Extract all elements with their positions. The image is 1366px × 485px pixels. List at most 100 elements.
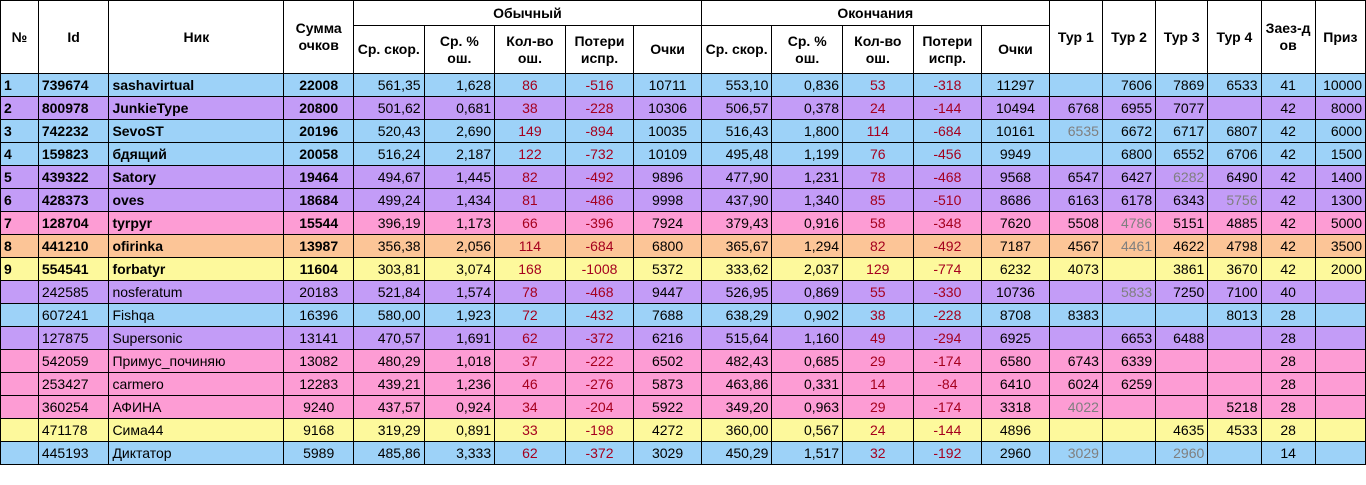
row-place: 7 bbox=[0, 211, 39, 235]
row-tour3: 6282 bbox=[1155, 165, 1209, 189]
row-tour3: 6488 bbox=[1155, 326, 1209, 350]
row-normal-err-count: 114 bbox=[494, 234, 566, 258]
header-normal-points: Очки bbox=[633, 25, 702, 74]
row-normal-loss: -228 bbox=[564, 96, 635, 120]
row-endings-loss: -492 bbox=[912, 234, 983, 258]
row-nick: oves bbox=[108, 188, 285, 212]
row-nick: Примус_починяю bbox=[108, 349, 285, 373]
header-row-groups: № Id Ник Сумма очков Обычный Окончания Т… bbox=[0, 0, 1366, 74]
row-nick: nosferatum bbox=[108, 280, 285, 304]
row-endings-points: 10494 bbox=[981, 96, 1050, 120]
row-endings-err-pct: 1,199 bbox=[771, 142, 843, 166]
header-group-endings: Окончания bbox=[700, 0, 1050, 26]
row-tour4: 5756 bbox=[1207, 188, 1262, 212]
row-nick: Supersonic bbox=[108, 326, 285, 350]
row-normal-err-pct: 1,691 bbox=[423, 326, 496, 350]
row-endings-speed: 506,57 bbox=[700, 96, 773, 120]
row-endings-loss: -318 bbox=[912, 73, 983, 97]
row-endings-err-count: 78 bbox=[842, 165, 914, 189]
row-normal-speed: 561,35 bbox=[352, 73, 425, 97]
row-normal-loss: -684 bbox=[564, 234, 635, 258]
row-endings-loss: -192 bbox=[912, 441, 983, 465]
row-prize: 3500 bbox=[1314, 234, 1366, 258]
row-endings-loss: -510 bbox=[912, 188, 983, 212]
row-normal-err-pct: 2,056 bbox=[423, 234, 496, 258]
row-normal-speed: 521,84 bbox=[352, 280, 425, 304]
row-tour1: 4073 bbox=[1048, 257, 1103, 281]
row-normal-points: 10306 bbox=[633, 96, 702, 120]
table-row: 7 128704 tyrpyr 15544 396,19 1,173 66 -396 7924 3… bbox=[0, 211, 1366, 235]
row-endings-err-pct: 1,340 bbox=[771, 188, 843, 212]
row-normal-err-count: 38 bbox=[494, 96, 566, 120]
row-prize bbox=[1314, 326, 1366, 350]
row-tour4: 3670 bbox=[1207, 257, 1262, 281]
row-endings-points: 6232 bbox=[981, 257, 1050, 281]
row-normal-err-pct: 1,434 bbox=[423, 188, 496, 212]
row-place: 8 bbox=[0, 234, 39, 258]
row-place bbox=[0, 418, 39, 442]
row-tour2 bbox=[1101, 441, 1157, 465]
row-nick: Сима44 bbox=[108, 418, 285, 442]
header-tour2: Тур 2 bbox=[1101, 0, 1157, 74]
row-normal-loss: -372 bbox=[564, 441, 635, 465]
row-tour2 bbox=[1101, 395, 1157, 419]
row-normal-err-count: 168 bbox=[494, 257, 566, 281]
row-endings-err-count: 38 bbox=[842, 303, 914, 327]
row-normal-err-count: 149 bbox=[494, 119, 566, 143]
row-id: 607241 bbox=[37, 303, 110, 327]
row-endings-speed: 437,90 bbox=[700, 188, 773, 212]
header-normal-loss: Потери испр. bbox=[564, 25, 635, 74]
row-id: 127875 bbox=[37, 326, 110, 350]
row-tour3: 4635 bbox=[1155, 418, 1209, 442]
row-endings-err-pct: 0,331 bbox=[771, 372, 843, 396]
row-normal-err-count: 72 bbox=[494, 303, 566, 327]
row-id: 439322 bbox=[37, 165, 110, 189]
header-normal-err-count: Кол-во ош. bbox=[494, 25, 566, 74]
row-endings-err-count: 24 bbox=[842, 418, 914, 442]
row-endings-err-count: 29 bbox=[842, 349, 914, 373]
row-endings-err-count: 53 bbox=[842, 73, 914, 97]
header-nick: Ник bbox=[108, 0, 285, 74]
header-normal-err-pct: Ср. % ош. bbox=[423, 25, 496, 74]
row-normal-loss: -198 bbox=[564, 418, 635, 442]
row-endings-loss: -228 bbox=[912, 303, 983, 327]
row-sum: 20058 bbox=[283, 142, 354, 166]
row-tour2 bbox=[1101, 303, 1157, 327]
row-tour2: 6339 bbox=[1101, 349, 1157, 373]
table-row: 3 742232 SevoST 20196 520,43 2,690 149 -894 1003… bbox=[0, 119, 1366, 143]
row-endings-speed: 349,20 bbox=[700, 395, 773, 419]
row-normal-speed: 319,29 bbox=[352, 418, 425, 442]
row-endings-points: 6580 bbox=[981, 349, 1050, 373]
row-id: 739674 bbox=[37, 73, 110, 97]
row-tour4 bbox=[1207, 349, 1262, 373]
row-normal-err-count: 34 bbox=[494, 395, 566, 419]
results-body: 1 739674 sashavirtual 22008 561,35 1,628 86 -51… bbox=[0, 73, 1366, 465]
row-prize bbox=[1314, 349, 1366, 373]
row-id: 800978 bbox=[37, 96, 110, 120]
header-prize: Приз bbox=[1314, 0, 1366, 74]
row-normal-loss: -222 bbox=[564, 349, 635, 373]
row-tour1 bbox=[1048, 280, 1103, 304]
row-normal-err-pct: 3,074 bbox=[423, 257, 496, 281]
row-endings-err-pct: 0,902 bbox=[771, 303, 843, 327]
row-normal-speed: 516,24 bbox=[352, 142, 425, 166]
row-tour3: 7250 bbox=[1155, 280, 1209, 304]
row-normal-err-count: 82 bbox=[494, 165, 566, 189]
row-normal-points: 9998 bbox=[633, 188, 702, 212]
row-endings-points: 4896 bbox=[981, 418, 1050, 442]
row-endings-points: 7620 bbox=[981, 211, 1050, 235]
row-nick: sashavirtual bbox=[108, 73, 285, 97]
row-tour1: 8383 bbox=[1048, 303, 1103, 327]
row-endings-points: 7187 bbox=[981, 234, 1050, 258]
row-normal-points: 5873 bbox=[633, 372, 702, 396]
row-normal-points: 3029 bbox=[633, 441, 702, 465]
row-tour3: 2960 bbox=[1155, 441, 1209, 465]
row-nick: АФИНА bbox=[108, 395, 285, 419]
row-normal-err-pct: 1,923 bbox=[423, 303, 496, 327]
row-tour2: 6672 bbox=[1101, 119, 1157, 143]
table-row: 5 439322 Satory 19464 494,67 1,445 82 -492 9896 4… bbox=[0, 165, 1366, 189]
row-id: 428373 bbox=[37, 188, 110, 212]
row-endings-err-count: 85 bbox=[842, 188, 914, 212]
row-endings-points: 9568 bbox=[981, 165, 1050, 189]
row-normal-points: 9447 bbox=[633, 280, 702, 304]
